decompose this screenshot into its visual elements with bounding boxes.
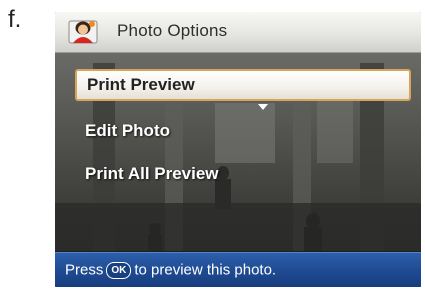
status-bar: Press OK to preview this photo. — [55, 252, 421, 287]
status-hint-suffix: to preview this photo. — [134, 261, 277, 279]
menu-item-print-preview[interactable]: Print Preview — [75, 69, 411, 101]
status-hint-prefix: Press — [65, 261, 104, 279]
title-bar: Photo Options — [55, 12, 421, 53]
menu-item-edit-photo[interactable]: Edit Photo — [75, 115, 411, 147]
page-title: Photo Options — [117, 21, 228, 40]
status-hint: Press OK to preview this photo. — [65, 261, 276, 279]
camera-screen: Photo Options Print Preview Edit Photo P… — [55, 12, 421, 287]
figure-label: f. — [8, 6, 22, 33]
scroll-down-arrow-icon — [258, 104, 268, 110]
ok-key-icon: OK — [106, 261, 132, 279]
page: f. Photo Options Print Preview Edit Phot… — [0, 0, 425, 290]
menu-item-print-all-preview[interactable]: Print All Preview — [75, 158, 411, 190]
person-photo-icon — [66, 17, 100, 47]
